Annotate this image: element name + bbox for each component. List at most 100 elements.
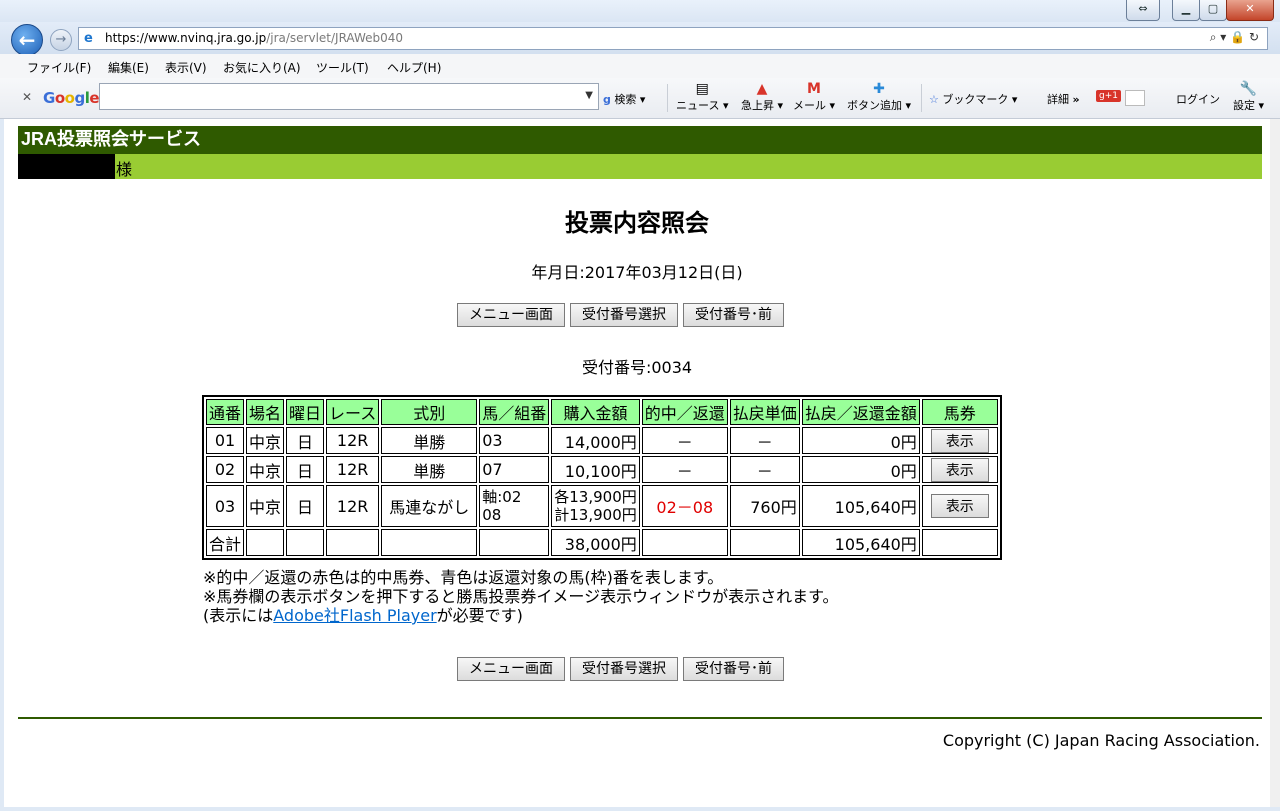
star-icon: ☆	[929, 93, 939, 106]
chevron-down-icon[interactable]: ▼	[585, 90, 593, 101]
hit-cell: 02－08	[641, 485, 728, 527]
menu-view[interactable]: 表示(V)	[165, 59, 207, 76]
add-button-label: ボタン追加	[847, 99, 902, 112]
bookmark-button[interactable]: ☆ ブックマーク ▾	[929, 91, 1017, 107]
receipt-select-button[interactable]: 受付番号選択	[570, 657, 678, 681]
search-button[interactable]: g 検索 ▾	[603, 91, 645, 107]
toolbar-separator	[667, 84, 668, 112]
address-bar-icons: ⌕ ▾ 🔒 ↻	[1210, 30, 1259, 45]
unit-payout-cell: －	[729, 456, 800, 483]
total-label: 合計	[206, 529, 245, 556]
menu-screen-button[interactable]: メニュー画面	[457, 303, 565, 327]
mail-button[interactable]: M メール ▾	[793, 82, 835, 113]
unit-payout-cell: 760円	[729, 485, 800, 527]
bet-type-cell: 馬連ながし	[381, 485, 478, 527]
day-cell: 日	[286, 427, 325, 454]
google-search-input[interactable]: ▼	[99, 83, 599, 110]
receipt-select-button[interactable]: 受付番号選択	[570, 303, 678, 327]
google-logo: Google	[43, 89, 100, 107]
table-row: 01 中京 日 12R 単勝 03 14,000円 － － 0円 表示	[206, 427, 998, 454]
menu-tools[interactable]: ツール(T)	[316, 59, 369, 76]
table-header-row: 通番 場名 曜日 レース 式別 馬／組番 購入金額 的中／返還 払戻単価 払戻／…	[206, 399, 998, 425]
note-line-1: ※的中／返還の赤色は的中馬券、青色は返還対象の馬(枠)番を表します。	[203, 568, 724, 587]
refresh-icon[interactable]: ↻	[1249, 30, 1259, 44]
bet-type-cell: 単勝	[381, 456, 478, 483]
trending-arrow-icon: ▲	[756, 81, 768, 97]
header-cell: 曜日	[286, 399, 325, 425]
menu-help[interactable]: ヘルプ(H)	[387, 59, 441, 76]
url-path: /jra/servlet/JRAWeb040	[266, 31, 404, 45]
receipt-prev-button[interactable]: 受付番号･前	[683, 657, 784, 681]
amount-each: 各13,900円	[554, 488, 637, 506]
page-title: 投票内容照会	[565, 209, 709, 237]
combo-axis: 軸:02	[482, 488, 522, 506]
news-button[interactable]: ▤ ニュース ▾	[676, 82, 728, 113]
flash-player-link[interactable]: Adobe社Flash Player	[273, 606, 436, 625]
gmail-icon: M	[807, 81, 821, 97]
footer-rule	[18, 717, 1262, 719]
news-label: ニュース	[676, 99, 720, 112]
window-bottom-border	[0, 807, 1280, 811]
address-bar[interactable]: e https://www.nvinq.jra.go.jp/jra/servle…	[78, 27, 1268, 50]
show-ticket-button[interactable]: 表示	[930, 494, 989, 518]
serial-cell: 02	[206, 456, 245, 483]
search-icon[interactable]: ⌕	[1210, 30, 1217, 44]
ticket-cell: 表示	[921, 427, 998, 454]
header-cell: 払戻／返還金額	[801, 399, 920, 425]
settings-button[interactable]: 🔧 設定 ▾	[1233, 82, 1264, 113]
menu-edit[interactable]: 編集(E)	[108, 59, 149, 76]
day-cell: 日	[286, 485, 325, 527]
note-line-3-prefix: (表示には	[203, 606, 274, 625]
close-toolbar-icon[interactable]: ✕	[22, 90, 32, 104]
note-line-3: (表示にはAdobe社Flash Playerが必要です)	[203, 606, 839, 625]
site-header: JRA投票照会サービス 様	[18, 126, 1262, 179]
maximize-button[interactable]: ▢	[1199, 0, 1227, 21]
honorific: 様	[116, 160, 133, 179]
combo-cell: 07	[479, 456, 550, 483]
restore-window-button[interactable]: ⇔	[1126, 0, 1160, 21]
trending-label: 急上昇	[741, 99, 774, 112]
close-button[interactable]: ✕	[1226, 0, 1274, 21]
service-name: JRA投票照会サービス	[18, 126, 1262, 154]
venue-cell: 中京	[246, 485, 285, 527]
payout-cell: 105,640円	[801, 485, 920, 527]
header-cell: 馬／組番	[479, 399, 550, 425]
race-cell: 12R	[326, 485, 380, 527]
receipt-prev-button[interactable]: 受付番号･前	[683, 303, 784, 327]
back-button[interactable]: ←	[11, 24, 43, 56]
venue-cell: 中京	[246, 427, 285, 454]
header-cell: 馬券	[921, 399, 998, 425]
add-button[interactable]: ✚ ボタン追加 ▾	[847, 82, 911, 113]
lock-icon[interactable]: 🔒	[1230, 30, 1245, 44]
amount-cell: 各13,900円 計13,900円	[551, 485, 640, 527]
date-line: 年月日:2017年03月12日(日)	[531, 263, 743, 282]
venue-cell: 中京	[246, 456, 285, 483]
menu-favorites[interactable]: お気に入り(A)	[223, 59, 301, 76]
login-button[interactable]: ログイン	[1176, 91, 1220, 107]
forward-button[interactable]: →	[50, 29, 72, 51]
user-bar: 様	[18, 154, 1262, 179]
gplus-count	[1125, 90, 1145, 106]
plus-icon: ✚	[873, 81, 885, 97]
google-search-icon: g	[603, 93, 611, 106]
details-button[interactable]: 詳細 »	[1047, 91, 1080, 107]
menu-screen-button[interactable]: メニュー画面	[457, 657, 565, 681]
menu-file[interactable]: ファイル(F)	[27, 59, 91, 76]
header-cell: 的中／返還	[641, 399, 728, 425]
dropdown-icon[interactable]: ▾	[1220, 30, 1226, 44]
menu-bar: ファイル(F) 編集(E) 表示(V) お気に入り(A) ツール(T) ヘルプ(…	[0, 54, 1280, 78]
gplus-button[interactable]: g+1	[1096, 90, 1121, 102]
vertical-scrollbar[interactable]	[1270, 119, 1280, 807]
empty-cell	[326, 529, 380, 556]
settings-label: 設定	[1233, 99, 1255, 112]
news-icon: ▤	[695, 81, 709, 97]
bet-table: 通番 場名 曜日 レース 式別 馬／組番 購入金額 的中／返還 払戻単価 払戻／…	[202, 395, 1002, 560]
top-button-row: メニュー画面 受付番号選択 受付番号･前	[457, 303, 784, 327]
minimize-button[interactable]: ▁	[1172, 0, 1200, 21]
hit-cell: －	[641, 427, 728, 454]
trending-button[interactable]: ▲ 急上昇 ▾	[741, 82, 783, 113]
show-ticket-button[interactable]: 表示	[930, 457, 989, 482]
amount-total: 計13,900円	[554, 506, 637, 524]
forward-arrow-icon: →	[55, 32, 67, 47]
show-ticket-button[interactable]: 表示	[930, 428, 989, 453]
